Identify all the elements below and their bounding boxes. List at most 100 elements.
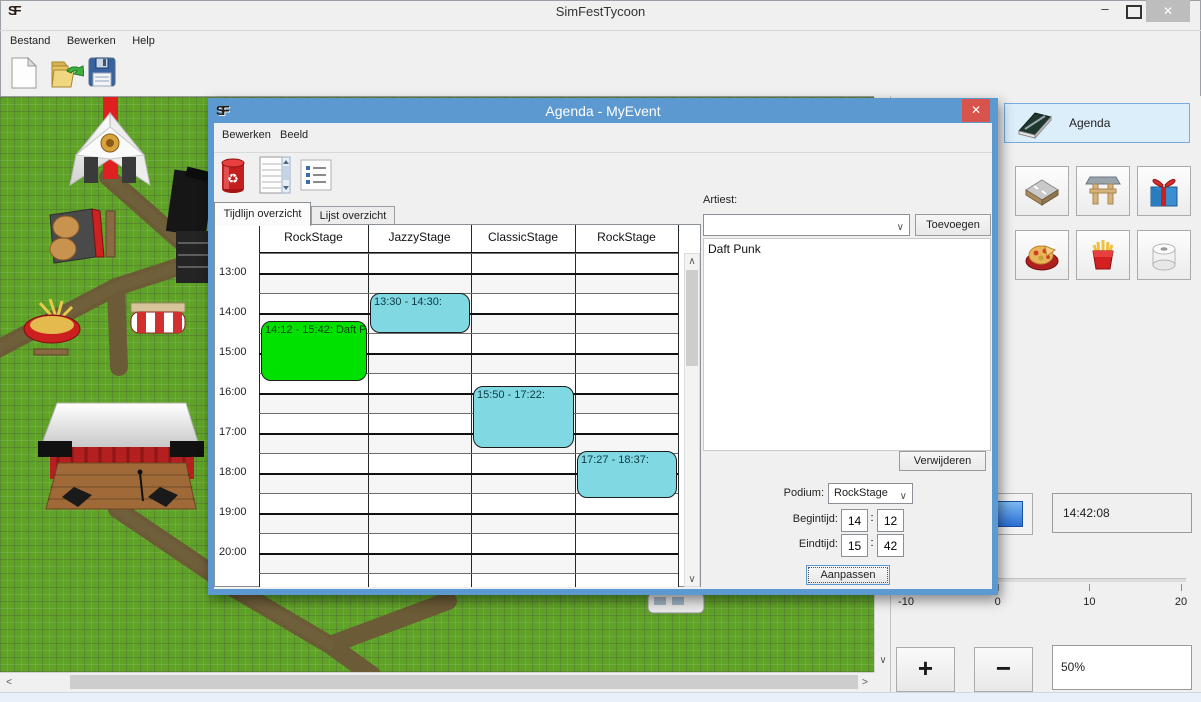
- minimize-button[interactable]: –: [1093, 0, 1117, 20]
- remove-button[interactable]: Verwijderen: [899, 451, 986, 471]
- slider-tick-label: 0: [978, 596, 1018, 608]
- grid-line: [678, 225, 679, 587]
- delete-event-button[interactable]: ♻: [218, 157, 248, 195]
- main-stage: [38, 403, 204, 509]
- new-file-icon: [10, 56, 38, 90]
- menu-bestand[interactable]: Bestand: [4, 32, 56, 50]
- agenda-button-label: Agenda: [1069, 116, 1110, 130]
- podium-label: Podium:: [734, 487, 824, 499]
- close-button[interactable]: ✕: [1146, 0, 1190, 22]
- dialog-close-button[interactable]: ✕: [962, 99, 990, 122]
- new-file-button[interactable]: [10, 56, 38, 95]
- dialog-content: Bewerken Beeld ♻: [214, 123, 992, 589]
- open-file-button[interactable]: [48, 58, 84, 95]
- apply-button[interactable]: Aanpassen: [806, 565, 890, 585]
- shop-item-pizza[interactable]: [1015, 230, 1069, 280]
- end-minute-input[interactable]: [877, 534, 904, 557]
- schedule-scrollbar[interactable]: ∧ ∨: [684, 253, 700, 587]
- agenda-book-icon: [1015, 107, 1055, 139]
- tab-lijst-overzicht[interactable]: Lijst overzicht: [311, 206, 395, 226]
- white-van: [648, 593, 704, 613]
- add-artist-button[interactable]: Toevoegen: [915, 214, 991, 236]
- column-header: RockStage: [259, 230, 368, 244]
- zoom-out-button[interactable]: −: [974, 647, 1033, 692]
- main-window: SF SimFestTycoon – ✕ Bestand Bewerken He…: [0, 0, 1201, 701]
- shop-item-stage-gate[interactable]: [1076, 166, 1130, 216]
- shop-item-gift[interactable]: [1137, 166, 1191, 216]
- grid-line: [259, 553, 678, 555]
- end-hour-input[interactable]: [841, 534, 868, 557]
- time-separator: :: [867, 537, 877, 549]
- play-icon: [997, 501, 1023, 527]
- shop-item-road-tile[interactable]: [1015, 166, 1069, 216]
- artist-combobox[interactable]: ∨: [703, 214, 910, 236]
- grid-line: [259, 433, 678, 435]
- grid-line: [259, 513, 678, 515]
- zoom-level-display: 50%: [1052, 645, 1192, 690]
- slider-tick-label: 20: [1161, 596, 1201, 608]
- dialog-menu-bewerken[interactable]: Bewerken: [216, 126, 277, 144]
- grid-line: [259, 253, 678, 254]
- schedule-event[interactable]: 14:12 - 15:42: Daft P: [261, 321, 367, 381]
- scroll-down-icon[interactable]: ∨: [685, 574, 699, 585]
- striped-stand: [131, 303, 185, 333]
- scrollbar-thumb[interactable]: [70, 675, 858, 689]
- grid-line: [259, 273, 678, 275]
- schedule-grid-layer: RockStageJazzyStageClassicStageRockStage…: [215, 225, 700, 586]
- dialog-menu-beeld[interactable]: Beeld: [274, 126, 314, 144]
- grid-line: [259, 533, 678, 534]
- fries-icon: [1084, 236, 1122, 274]
- schedule-event[interactable]: 15:50 - 17:22:: [473, 386, 574, 447]
- agenda-dialog: SF Agenda - MyEvent ✕ Bewerken Beeld ♻: [208, 98, 998, 595]
- tab-tijdlijn-overzicht[interactable]: Tijdlijn overzicht: [214, 202, 311, 226]
- scrollbar-thumb[interactable]: [686, 270, 698, 366]
- end-time-label: Eindtijd:: [734, 538, 838, 550]
- stage-gate-icon: [1084, 172, 1122, 210]
- artist-list[interactable]: Daft Punk: [703, 238, 991, 451]
- start-hour-input[interactable]: [841, 509, 868, 532]
- slider-tick-label: -10: [886, 596, 926, 608]
- details-view-button[interactable]: [300, 159, 332, 191]
- menu-help[interactable]: Help: [126, 32, 161, 50]
- time-label: 15:00: [219, 346, 247, 358]
- scroll-down-icon[interactable]: ∨: [875, 655, 891, 666]
- road-tile-icon: [1023, 172, 1061, 210]
- menu-bewerken[interactable]: Bewerken: [61, 32, 122, 50]
- gift-icon: [1145, 172, 1183, 210]
- list-view-button[interactable]: [258, 155, 292, 195]
- game-clock: 14:42:08: [1052, 493, 1192, 533]
- time-label: 18:00: [219, 466, 247, 478]
- list-item[interactable]: Daft Punk: [704, 239, 990, 259]
- main-titlebar: SF SimFestTycoon – ✕: [0, 0, 1201, 22]
- time-separator: :: [867, 512, 877, 524]
- schedule-timeline: RockStageJazzyStageClassicStageRockStage…: [214, 224, 701, 587]
- time-label: 20:00: [219, 546, 247, 558]
- main-toolbar: [0, 52, 1201, 94]
- scroll-left-icon[interactable]: <: [2, 677, 16, 688]
- dialog-titlebar[interactable]: SF Agenda - MyEvent ✕: [208, 98, 998, 123]
- podium-combobox[interactable]: RockStage ∨: [828, 483, 913, 504]
- main-menubar: Bestand Bewerken Help: [0, 30, 1201, 51]
- artist-label: Artiest:: [703, 194, 737, 206]
- maximize-button[interactable]: [1126, 5, 1142, 19]
- schedule-event[interactable]: 13:30 - 14:30:: [370, 293, 470, 333]
- zoom-in-button[interactable]: +: [896, 647, 955, 692]
- shop-item-fries[interactable]: [1076, 230, 1130, 280]
- shop-item-toilet-paper[interactable]: [1137, 230, 1191, 280]
- toilet-paper-icon: [1145, 236, 1183, 274]
- details-view-icon: [300, 159, 332, 191]
- column-header: RockStage: [575, 230, 678, 244]
- pizza-icon: [1023, 236, 1061, 274]
- schedule-event[interactable]: 17:27 - 18:37:: [577, 451, 677, 498]
- column-header: ClassicStage: [471, 230, 575, 244]
- chevron-down-icon: ∨: [897, 218, 904, 238]
- save-button[interactable]: [88, 57, 116, 92]
- slider-tick-label: 10: [1069, 596, 1109, 608]
- slider-tick: [1181, 584, 1182, 591]
- fries-stand: [24, 299, 80, 355]
- time-label: 19:00: [219, 506, 247, 518]
- scroll-up-icon[interactable]: ∧: [685, 256, 699, 267]
- start-minute-input[interactable]: [877, 509, 904, 532]
- scroll-right-icon[interactable]: >: [858, 677, 872, 688]
- agenda-button[interactable]: Agenda: [1004, 103, 1190, 143]
